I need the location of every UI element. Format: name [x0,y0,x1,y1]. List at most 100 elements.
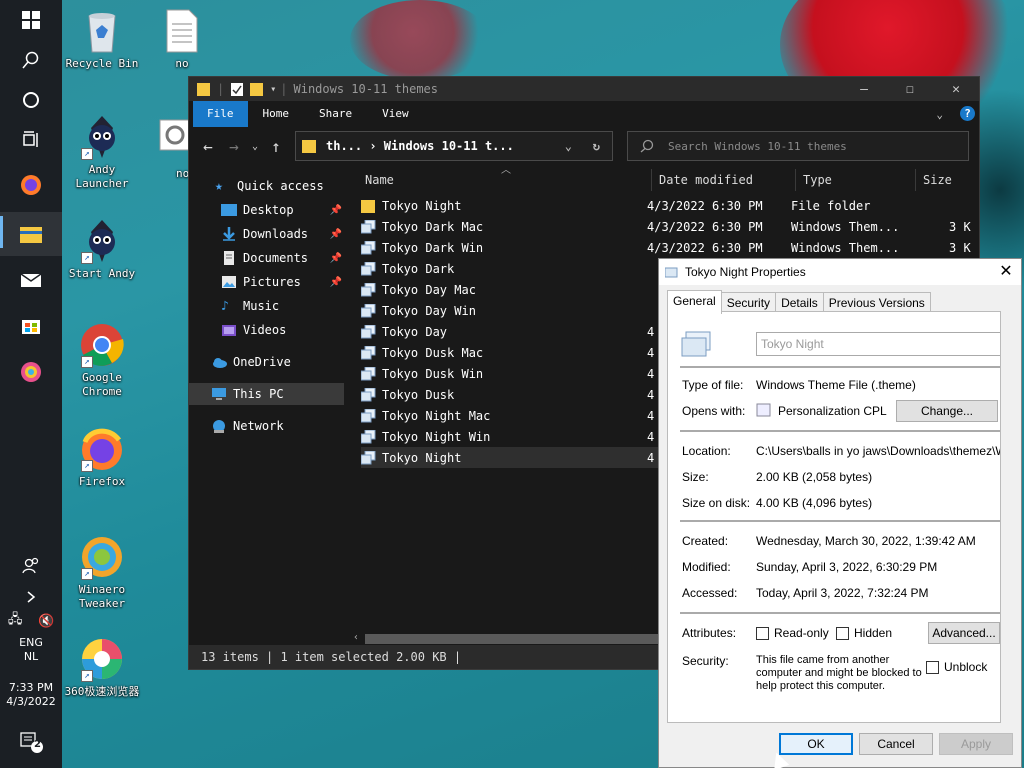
recycle-bin-icon [79,8,125,54]
taskbar-store[interactable] [0,305,62,345]
nav-desktop[interactable]: Desktop 📌 [189,199,344,221]
apply-button[interactable]: Apply [939,733,1013,755]
taskbar-firefox[interactable] [0,165,62,205]
task-view-button[interactable] [0,120,62,160]
search-button[interactable] [0,40,62,80]
nav-label: Music [243,299,280,313]
address-dropdown-icon[interactable]: ⌄ [565,139,572,153]
search-icon [22,51,39,69]
file-row[interactable]: Tokyo Night 4/3/2022 6:30 PM File folder [361,195,981,216]
tab-general[interactable]: General [667,290,722,314]
start-button[interactable] [0,0,62,40]
dialog-title-bar[interactable]: Tokyo Night Properties [659,259,1021,285]
nav-label: OneDrive [233,355,291,369]
shortcut-arrow-icon: ↗ [81,148,93,160]
nav-quick-access[interactable]: ★ Quick access [189,175,344,197]
desktop-icon-start-andy[interactable]: ↗ Start Andy [62,218,142,281]
desktop-icon-no-settings[interactable]: no [142,118,188,181]
tab-file[interactable]: File [193,101,248,127]
file-name: Tokyo Dusk Win [382,366,484,381]
desktop-icon-360-browser[interactable]: ↗ 360极速浏览器 [62,636,142,699]
network-icon[interactable]: 🖧 [8,610,23,632]
ok-button[interactable]: OK [779,733,853,755]
file-row[interactable]: Tokyo Dark Win 4/3/2022 6:30 PM Windows Th… [360,237,981,258]
forward-button[interactable]: → [221,137,247,156]
checkbox-label: Hidden [854,626,893,640]
checkbox-box[interactable] [756,626,769,640]
cortana-button[interactable] [0,80,62,120]
nav-documents[interactable]: Documents 📌 [189,247,344,269]
column-divider[interactable] [651,169,652,191]
nav-music[interactable]: ♪ Music [189,295,344,317]
help-icon[interactable]: ? [960,106,975,121]
desktop-icon-label: Andy Launcher [75,163,129,190]
taskbar-file-explorer[interactable] [0,212,62,256]
maximize-button[interactable]: ☐ [887,77,933,101]
minimize-button[interactable]: — [841,77,887,101]
column-name[interactable]: Name [365,167,394,193]
tab-view[interactable]: View [367,101,424,127]
taskbar-photos[interactable] [0,352,62,392]
nav-network[interactable]: Network [189,415,344,437]
nav-pictures[interactable]: Pictures 📌 [189,271,344,293]
file-size: 3 K [949,240,971,255]
desktop-icon-recycle-bin[interactable]: Recycle Bin [62,8,142,71]
file-name: Tokyo Dusk [382,387,455,402]
column-date-modified[interactable]: Date modified [659,167,753,193]
theme-file-icon [360,282,376,297]
desktop-icon-winaero-tweaker[interactable]: ↗ Winaero Tweaker [62,534,142,611]
nav-onedrive[interactable]: OneDrive [189,351,344,373]
search-icon [640,139,654,153]
cancel-button[interactable]: Cancel [859,733,933,755]
tab-share[interactable]: Share [304,101,367,127]
read-only-checkbox[interactable]: Read-only [756,626,829,640]
created-value: Wednesday, March 30, 2022, 1:39:42 AM [756,534,976,548]
desktop-icon-google-chrome[interactable]: ↗ Google Chrome [62,322,142,399]
desktop-icon-firefox[interactable]: ↗ Firefox [62,426,142,489]
security-message-line: This file came from another [756,654,890,666]
volume-muted-icon[interactable]: 🔇 [38,614,54,629]
file-row[interactable]: Tokyo Dark Mac 4/3/2022 6:30 PM Windows Th… [360,216,981,237]
action-center-button[interactable]: 2 [0,722,62,762]
taskbar-mail[interactable] [0,260,62,300]
checkbox-box[interactable] [836,626,849,640]
file-name-field[interactable]: Tokyo Night [756,332,1000,356]
hidden-checkbox[interactable]: Hidden [836,626,892,640]
clock[interactable]: 7:33 PM 4/3/2022 [0,681,62,709]
file-date: 4 [647,387,655,402]
properties-icon[interactable] [230,81,244,97]
column-divider[interactable] [795,169,796,191]
refresh-icon[interactable]: ↻ [593,139,600,153]
close-button[interactable]: ✕ [933,77,979,101]
nav-downloads[interactable]: Downloads 📌 [189,223,344,245]
desktop-icon-andy-launcher[interactable]: ↗ Andy Launcher [62,114,142,191]
scroll-left-icon[interactable]: ‹ [353,632,359,643]
nav-videos[interactable]: Videos [189,319,344,341]
new-folder-icon[interactable] [250,81,264,97]
pin-icon: 📌 [329,276,342,288]
unblock-checkbox[interactable]: Unblock [926,660,987,674]
close-button[interactable]: ✕ [991,259,1021,285]
checkbox-box[interactable] [926,660,939,674]
navigation-pane: ★ Quick access Desktop 📌 Downloads 📌 Doc… [189,167,347,647]
advanced-button[interactable]: Advanced... [928,622,1000,644]
recent-locations-button[interactable]: ⌄ [247,141,263,152]
search-box[interactable]: Search Windows 10-11 themes [627,131,969,161]
customize-quick-access-icon[interactable]: ▾ [270,84,276,95]
column-size[interactable]: Size [923,167,952,193]
change-button[interactable]: Change... [896,400,998,422]
tab-home[interactable]: Home [248,101,305,127]
nav-this-pc[interactable]: This PC [189,383,344,405]
desktop-icon-no-text[interactable]: no [142,8,222,71]
back-button[interactable]: ← [195,137,221,156]
explorer-title-bar[interactable]: | ▾ | Windows 10-11 themes — ☐ ✕ [189,77,979,101]
column-type[interactable]: Type [803,167,832,193]
security-message-line: computer and might be blocked to [756,667,922,679]
column-divider[interactable] [915,169,916,191]
address-bar[interactable]: th... › Windows 10-11 t... ⌄ ↻ [295,131,613,161]
language-indicator[interactable]: ENG NL [0,636,62,664]
expand-ribbon-icon[interactable]: ⌄ [936,108,943,121]
up-button[interactable]: ↑ [263,137,289,156]
360-browser-icon: ↗ [79,636,125,682]
theme-file-icon [360,324,376,339]
